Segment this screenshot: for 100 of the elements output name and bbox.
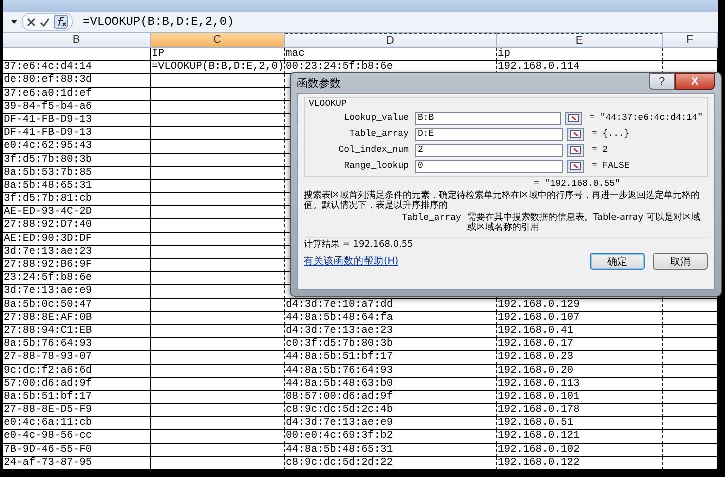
table-cell[interactable] bbox=[151, 456, 285, 470]
table-cell[interactable] bbox=[151, 338, 285, 352]
ok-button[interactable]: 确定 bbox=[590, 253, 645, 270]
table-cell[interactable] bbox=[151, 298, 285, 312]
check-icon[interactable] bbox=[40, 18, 50, 26]
table-cell[interactable]: 192.168.0.17 bbox=[497, 338, 663, 352]
table-cell[interactable] bbox=[663, 312, 718, 325]
table-cell[interactable] bbox=[663, 456, 718, 470]
table-cell[interactable] bbox=[663, 430, 718, 444]
table-cell[interactable] bbox=[151, 390, 285, 404]
table-cell[interactable]: 7B-9D-46-55-F0 bbox=[3, 444, 151, 457]
table-cell[interactable]: c8:9c:dc:5d:2c:4b bbox=[285, 404, 497, 418]
table-cell[interactable]: d4:3d:7e:13:ae:e9 bbox=[285, 417, 497, 430]
table-cell[interactable]: 24-af-73-87-95 bbox=[3, 456, 151, 470]
table-cell[interactable]: 27-88-78-93-07 bbox=[3, 351, 151, 364]
column-header[interactable]: C bbox=[151, 33, 285, 48]
cancel-button[interactable]: 取消 bbox=[653, 253, 708, 270]
table-cell[interactable] bbox=[663, 298, 718, 312]
table-cell[interactable]: 192.168.0.107 bbox=[497, 312, 663, 325]
table-cell[interactable]: 44:8a:5b:76:64:93 bbox=[285, 364, 497, 378]
table-cell[interactable] bbox=[663, 444, 718, 457]
table-cell[interactable] bbox=[151, 364, 285, 378]
table-cell[interactable] bbox=[151, 324, 285, 338]
table-cell[interactable] bbox=[151, 444, 285, 457]
table-cell[interactable] bbox=[663, 338, 718, 352]
table-cell[interactable]: 08:57:00:d6:ad:9f bbox=[285, 390, 497, 404]
table-cell[interactable] bbox=[151, 206, 285, 220]
table-cell[interactable] bbox=[151, 232, 285, 246]
table-cell[interactable] bbox=[663, 378, 718, 391]
table-cell[interactable]: 27:88:92:D7:40 bbox=[3, 219, 151, 233]
table-cell[interactable]: 44:8a:5b:48:63:b0 bbox=[285, 378, 497, 391]
table-cell[interactable]: 9c:dc:f2:a6:6d bbox=[3, 364, 151, 378]
argument-field[interactable]: B:B bbox=[415, 112, 561, 124]
argument-field[interactable]: 2 bbox=[415, 144, 563, 156]
table-cell[interactable]: de:80:ef:88:3d bbox=[3, 74, 151, 88]
table-cell[interactable]: 44:8a:5b:48:64:fa bbox=[285, 312, 497, 325]
table-cell[interactable]: DF-41-FB-D9-13 bbox=[3, 114, 151, 128]
table-cell[interactable] bbox=[151, 351, 285, 364]
table-cell[interactable]: AE:ED:90:3D:DF bbox=[3, 232, 151, 246]
column-header[interactable]: F bbox=[663, 33, 718, 48]
table-cell[interactable]: 44:8a:5b:51:bf:17 bbox=[285, 351, 497, 364]
table-cell[interactable]: 39-84-f5-b4-a6 bbox=[3, 100, 151, 114]
table-cell[interactable]: e0-4c-98-56-cc bbox=[3, 430, 151, 444]
collapse-dialog-button[interactable] bbox=[567, 160, 584, 172]
formula-text[interactable]: =VLOOKUP(B:B,D:E,2,0) bbox=[83, 15, 234, 29]
table-cell[interactable]: 37:e6:4c:d4:14 bbox=[3, 61, 151, 74]
table-cell[interactable] bbox=[151, 114, 285, 128]
table-cell[interactable] bbox=[151, 74, 285, 88]
collapse-dialog-button[interactable] bbox=[567, 144, 584, 156]
column-header[interactable]: B bbox=[3, 33, 151, 48]
table-cell[interactable]: c0:3f:d5:7b:80:3b bbox=[285, 338, 497, 352]
table-cell[interactable]: 192.168.0.121 bbox=[497, 430, 663, 444]
table-cell[interactable] bbox=[663, 351, 718, 364]
table-cell[interactable]: 3f:d5:7b:81:cb bbox=[3, 193, 151, 206]
table-cell[interactable]: 27-88-8E-D5-F9 bbox=[3, 404, 151, 418]
table-cell[interactable]: 3d:7e:13:ae:e9 bbox=[3, 285, 151, 299]
help-link[interactable]: 有关该函数的帮助(H) bbox=[304, 255, 399, 268]
table-cell[interactable]: 192.168.0.102 bbox=[497, 444, 663, 457]
table-cell[interactable] bbox=[663, 324, 718, 338]
argument-field[interactable]: 0 bbox=[415, 160, 563, 172]
table-cell[interactable] bbox=[151, 140, 285, 154]
table-cell[interactable] bbox=[663, 404, 718, 418]
table-cell[interactable]: 27:88:92:B6:9F bbox=[3, 259, 151, 272]
table-cell[interactable]: 8a:5b:76:64:93 bbox=[3, 338, 151, 352]
table-cell[interactable] bbox=[151, 180, 285, 194]
table-cell[interactable]: 44:8a:5b:48:65:31 bbox=[285, 444, 497, 457]
dropdown-icon[interactable] bbox=[11, 20, 18, 24]
table-cell[interactable]: 23:24:5f:b8:6e bbox=[3, 272, 151, 286]
table-cell[interactable] bbox=[151, 193, 285, 206]
table-cell[interactable] bbox=[151, 272, 285, 286]
table-cell[interactable]: d4:3d:7e:10:a7:dd bbox=[285, 298, 497, 312]
table-cell[interactable]: 192.168.0.51 bbox=[497, 417, 663, 430]
table-cell[interactable]: 192.168.0.41 bbox=[497, 324, 663, 338]
table-cell[interactable]: e0:4c:6a:11:cb bbox=[3, 417, 151, 430]
table-cell[interactable]: =VLOOKUP(B:B,D:E,2,0) bbox=[151, 61, 285, 74]
table-cell[interactable] bbox=[151, 259, 285, 272]
table-cell[interactable] bbox=[663, 48, 718, 62]
table-cell[interactable]: 27:88:94:C1:EB bbox=[3, 324, 151, 338]
table-cell[interactable]: e0:4c:62:95:43 bbox=[3, 140, 151, 154]
table-cell[interactable]: 8a:5b:53:7b:85 bbox=[3, 166, 151, 180]
table-cell[interactable]: 192.168.0.122 bbox=[497, 456, 663, 470]
table-cell[interactable]: IP bbox=[151, 48, 285, 62]
table-cell[interactable] bbox=[663, 390, 718, 404]
argument-field[interactable]: D:E bbox=[415, 128, 563, 140]
table-cell[interactable]: 3d:7e:13:ae:23 bbox=[3, 246, 151, 259]
table-cell[interactable]: mac bbox=[285, 48, 497, 62]
table-cell[interactable] bbox=[151, 417, 285, 430]
table-cell[interactable] bbox=[151, 166, 285, 180]
column-header[interactable]: E bbox=[497, 33, 663, 48]
column-header[interactable]: D bbox=[285, 33, 497, 48]
table-cell[interactable] bbox=[3, 48, 151, 62]
table-cell[interactable] bbox=[151, 312, 285, 325]
help-button[interactable]: ? bbox=[649, 73, 675, 90]
table-cell[interactable] bbox=[663, 364, 718, 378]
table-cell[interactable]: DF-41-FB-D9-13 bbox=[3, 127, 151, 140]
table-cell[interactable] bbox=[151, 88, 285, 101]
table-cell[interactable]: 00:e0:4c:69:3f:b2 bbox=[285, 430, 497, 444]
table-cell[interactable] bbox=[151, 404, 285, 418]
table-cell[interactable] bbox=[151, 154, 285, 167]
table-cell[interactable]: 192.168.0.178 bbox=[497, 404, 663, 418]
